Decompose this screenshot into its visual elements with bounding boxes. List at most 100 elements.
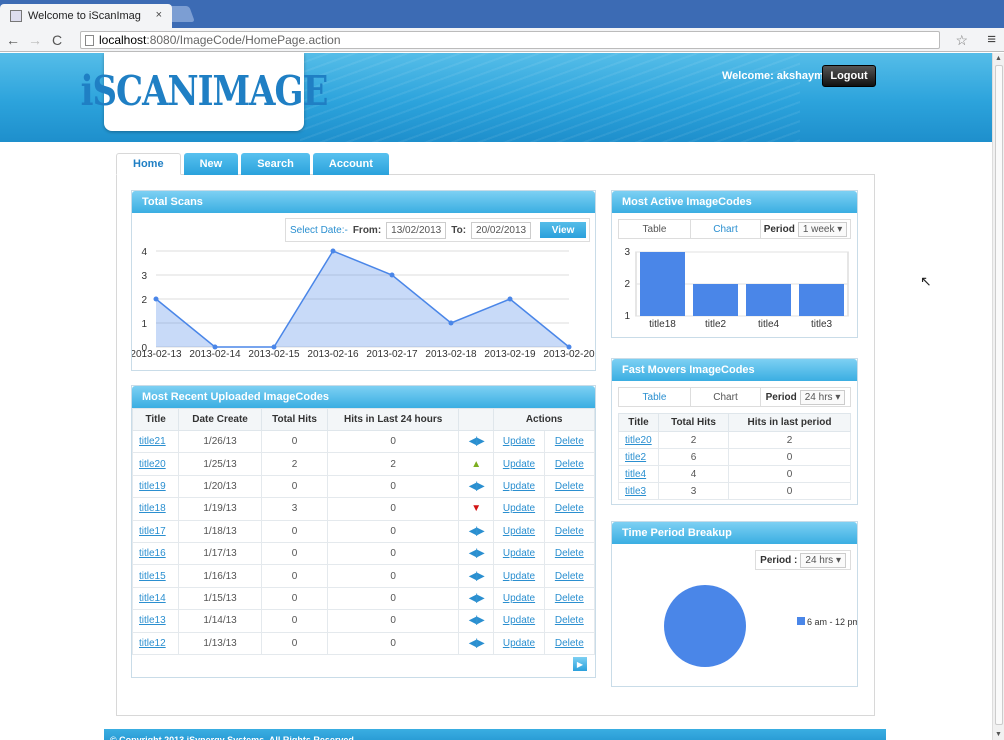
total-scans-panel: Total Scans Select Date:- From: 13/02/20… bbox=[131, 190, 596, 371]
title-link[interactable]: title16 bbox=[139, 548, 166, 559]
table-row: title20 2 2 bbox=[618, 431, 851, 449]
total-hits-cell: 0 bbox=[260, 631, 329, 655]
to-date-input[interactable]: 20/02/2013 bbox=[471, 221, 532, 239]
trend-flat-icon: ◀|▶ bbox=[468, 592, 485, 604]
title-link[interactable]: title18 bbox=[139, 503, 166, 514]
delete-cell: Delete bbox=[543, 586, 596, 611]
title-link[interactable]: title19 bbox=[139, 481, 166, 492]
from-date-input[interactable]: 13/02/2013 bbox=[386, 221, 447, 239]
update-link[interactable]: Update bbox=[503, 548, 535, 559]
scroll-thumb[interactable] bbox=[995, 65, 1003, 725]
recent-table: Title Date Create Total Hits Hits in Las… bbox=[131, 408, 596, 655]
update-link[interactable]: Update bbox=[503, 615, 535, 626]
column-header: Hits in last period bbox=[728, 413, 851, 432]
title-link[interactable]: title15 bbox=[139, 571, 166, 582]
address-bar-row: ← → C localhost:8080/ImageCode/HomePage.… bbox=[0, 28, 1004, 52]
date-filter: Select Date:- From: 13/02/2013 To: 20/02… bbox=[285, 218, 590, 242]
title-cell: title17 bbox=[131, 519, 180, 543]
period-hits-cell: 2 bbox=[728, 431, 851, 449]
trend-cell: ◀|▶ bbox=[458, 429, 495, 454]
period-select[interactable]: 1 week ▾ bbox=[797, 221, 848, 237]
main-tabs: Home New Search Account bbox=[116, 153, 389, 175]
update-link[interactable]: Update bbox=[503, 526, 535, 537]
delete-cell: Delete bbox=[543, 519, 596, 543]
title-link[interactable]: title2 bbox=[625, 452, 646, 463]
tab-chart[interactable]: Chart bbox=[690, 220, 760, 238]
total-hits-cell: 6 bbox=[658, 448, 729, 466]
update-cell: Update bbox=[493, 497, 545, 521]
delete-link[interactable]: Delete bbox=[555, 593, 584, 604]
title-cell: title3 bbox=[618, 482, 659, 500]
delete-link[interactable]: Delete bbox=[555, 548, 584, 559]
tab-chart[interactable]: Chart bbox=[690, 388, 760, 406]
hits-24h-cell: 2 bbox=[327, 452, 460, 476]
title-cell: title4 bbox=[618, 465, 659, 483]
hits-24h-cell: 0 bbox=[327, 586, 460, 611]
period-value: 24 hrs bbox=[804, 391, 833, 403]
url-field[interactable]: localhost:8080/ImageCode/HomePage.action bbox=[80, 31, 940, 49]
title-cell: title18 bbox=[131, 497, 180, 521]
title-link[interactable]: title3 bbox=[625, 486, 646, 497]
period-value: 1 week bbox=[802, 223, 835, 235]
period-select[interactable]: 24 hrs ▾ bbox=[800, 552, 846, 568]
title-link[interactable]: title20 bbox=[139, 459, 166, 470]
delete-cell: Delete bbox=[543, 452, 596, 476]
update-link[interactable]: Update bbox=[503, 571, 535, 582]
title-link[interactable]: title21 bbox=[139, 436, 166, 447]
y-tick-label: 2 bbox=[624, 279, 630, 290]
bookmark-star-icon[interactable]: ☆ bbox=[955, 32, 968, 49]
view-button[interactable]: View bbox=[540, 222, 587, 238]
title-link[interactable]: title14 bbox=[139, 593, 166, 604]
scroll-down-icon[interactable]: ▼ bbox=[995, 731, 1002, 738]
browser-tab[interactable]: Welcome to iScanImag × bbox=[0, 4, 172, 28]
update-link[interactable]: Update bbox=[503, 459, 535, 470]
delete-link[interactable]: Delete bbox=[555, 615, 584, 626]
period-label: Period : bbox=[760, 554, 798, 566]
tab-account[interactable]: Account bbox=[312, 153, 389, 175]
update-link[interactable]: Update bbox=[503, 503, 535, 514]
back-arrow-icon[interactable]: ← bbox=[4, 32, 22, 48]
panel-title: Fast Movers ImageCodes bbox=[612, 359, 857, 381]
panel-title: Total Scans bbox=[132, 191, 595, 213]
update-link[interactable]: Update bbox=[503, 593, 535, 604]
update-link[interactable]: Update bbox=[503, 481, 535, 492]
logout-button[interactable]: Logout bbox=[822, 65, 876, 87]
view-switcher: Table Chart Period 24 hrs ▾ bbox=[618, 387, 851, 407]
title-link[interactable]: title13 bbox=[139, 615, 166, 626]
title-link[interactable]: title20 bbox=[625, 435, 652, 446]
delete-link[interactable]: Delete bbox=[555, 571, 584, 582]
update-link[interactable]: Update bbox=[503, 638, 535, 649]
tab-home[interactable]: Home bbox=[116, 153, 181, 175]
update-link[interactable]: Update bbox=[503, 436, 535, 447]
title-link[interactable]: title4 bbox=[625, 469, 646, 480]
title-link[interactable]: title12 bbox=[139, 638, 166, 649]
page-scrollbar[interactable]: ▲ ▼ bbox=[992, 53, 1004, 740]
title-link[interactable]: title17 bbox=[139, 526, 166, 537]
menu-icon[interactable]: ≡ bbox=[987, 31, 996, 48]
delete-cell: Delete bbox=[543, 564, 596, 588]
tab-table[interactable]: Table bbox=[619, 220, 690, 238]
title-cell: title16 bbox=[131, 541, 180, 566]
next-page-icon[interactable]: ▶ bbox=[573, 657, 587, 671]
delete-cell: Delete bbox=[543, 631, 596, 655]
delete-link[interactable]: Delete bbox=[555, 638, 584, 649]
date-cell: 1/20/13 bbox=[178, 474, 262, 499]
trend-flat-icon: ◀|▶ bbox=[468, 525, 485, 537]
delete-link[interactable]: Delete bbox=[555, 436, 584, 447]
tab-table[interactable]: Table bbox=[619, 388, 690, 406]
delete-link[interactable]: Delete bbox=[555, 459, 584, 470]
scroll-up-icon[interactable]: ▲ bbox=[995, 55, 1002, 62]
period-select[interactable]: 24 hrs ▾ bbox=[799, 389, 846, 405]
close-tab-icon[interactable]: × bbox=[156, 9, 162, 21]
delete-link[interactable]: Delete bbox=[555, 526, 584, 537]
logo[interactable]: iSCANIMAGE bbox=[81, 53, 328, 131]
forward-arrow-icon[interactable]: → bbox=[26, 32, 44, 48]
tab-search[interactable]: Search bbox=[241, 153, 310, 175]
delete-link[interactable]: Delete bbox=[555, 481, 584, 492]
total-hits-cell: 0 bbox=[260, 429, 329, 454]
delete-link[interactable]: Delete bbox=[555, 503, 584, 514]
trend-up-icon: ▲ bbox=[471, 458, 482, 470]
reload-icon[interactable]: C bbox=[48, 32, 66, 48]
title-cell: title2 bbox=[618, 448, 659, 466]
tab-new[interactable]: New bbox=[183, 153, 239, 175]
